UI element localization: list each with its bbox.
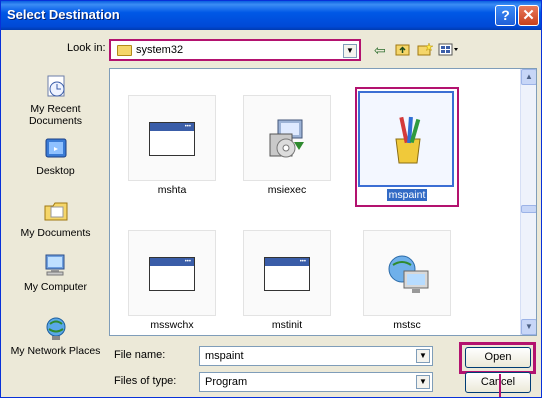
- place-my-network-places[interactable]: My Network Places: [8, 316, 103, 357]
- window-icon: •••: [149, 122, 195, 156]
- place-label: My Recent Documents: [28, 103, 83, 127]
- lookin-value: system32: [136, 44, 184, 56]
- cancel-button[interactable]: Cancel: [465, 372, 531, 393]
- place-label: Desktop: [36, 165, 75, 177]
- filename-input[interactable]: mspaint ▼: [199, 346, 433, 366]
- file-name: mshta: [157, 184, 187, 196]
- back-icon[interactable]: ⇦: [374, 42, 386, 58]
- views-menu-icon[interactable]: [438, 42, 460, 59]
- place-label: My Documents: [20, 227, 91, 239]
- callout-pointer: [499, 374, 501, 397]
- paint-icon: [395, 116, 421, 164]
- file-name: msswchx: [150, 319, 194, 331]
- file-name: mstinit: [271, 319, 303, 331]
- file-name: mstsc: [393, 319, 421, 331]
- file-name: mspaint: [357, 189, 457, 201]
- up-folder-icon[interactable]: [395, 42, 410, 59]
- my-documents-icon: [44, 202, 67, 221]
- window-icon: •••: [149, 257, 195, 291]
- window-title: Select Destination: [7, 7, 120, 22]
- new-folder-icon[interactable]: [417, 42, 434, 59]
- place-my-computer[interactable]: My Computer: [8, 252, 103, 293]
- filetype-value: Program: [205, 376, 248, 388]
- file-item-msswchx[interactable]: ••• msswchx: [125, 226, 219, 331]
- file-item-mstinit[interactable]: ••• mstinit: [240, 226, 334, 331]
- help-button[interactable]: ?: [495, 5, 516, 26]
- recent-documents-icon: [47, 75, 64, 97]
- title-bar: Select Destination ? ✕: [1, 1, 541, 30]
- window-icon: •••: [264, 257, 310, 291]
- filename-label: File name:: [114, 349, 166, 361]
- select-destination-dialog: Select Destination ? ✕ Look in: system32…: [0, 0, 542, 398]
- lookin-label: Look in:: [67, 42, 106, 54]
- selected-file-name: mspaint: [386, 189, 428, 201]
- filename-value: mspaint: [205, 350, 244, 362]
- scroll-thumb[interactable]: [521, 205, 536, 213]
- scroll-down-button[interactable]: ▼: [521, 319, 536, 335]
- chevron-down-icon[interactable]: ▼: [343, 44, 357, 58]
- vertical-scrollbar[interactable]: ▲ ▼: [520, 69, 536, 335]
- file-item-mshta[interactable]: ••• mshta: [125, 91, 219, 196]
- desktop-icon: [45, 138, 66, 158]
- my-computer-icon: [45, 254, 64, 276]
- place-my-documents[interactable]: My Documents: [8, 198, 103, 239]
- network-places-icon: [46, 317, 65, 340]
- filetype-label: Files of type:: [114, 375, 177, 387]
- file-item-mspaint[interactable]: mspaint: [355, 87, 459, 207]
- scroll-up-button[interactable]: ▲: [521, 69, 536, 85]
- places-bar: My Recent Documents Desktop My Documents…: [8, 68, 103, 393]
- chevron-down-icon[interactable]: ▼: [416, 349, 430, 363]
- remote-desktop-icon: [388, 255, 429, 293]
- installer-icon: [269, 119, 304, 158]
- place-my-recent-documents[interactable]: My Recent Documents: [8, 74, 103, 127]
- place-desktop[interactable]: Desktop: [8, 136, 103, 177]
- open-button[interactable]: Open: [465, 347, 531, 368]
- file-list[interactable]: ••• mshta msiexec mspaint ••• msswchx ••…: [109, 68, 537, 336]
- open-button-highlight: Open: [459, 342, 536, 374]
- file-name: msiexec: [267, 184, 307, 196]
- place-label: My Computer: [23, 281, 87, 293]
- file-item-mstsc[interactable]: mstsc: [360, 226, 454, 331]
- filetype-dropdown[interactable]: Program ▼: [199, 372, 433, 392]
- file-item-msiexec[interactable]: msiexec: [240, 91, 334, 196]
- place-label: My Network Places: [10, 345, 101, 357]
- close-button[interactable]: ✕: [518, 5, 539, 26]
- lookin-dropdown[interactable]: system32 ▼: [109, 39, 361, 61]
- folder-icon: [117, 45, 132, 56]
- chevron-down-icon[interactable]: ▼: [416, 375, 430, 389]
